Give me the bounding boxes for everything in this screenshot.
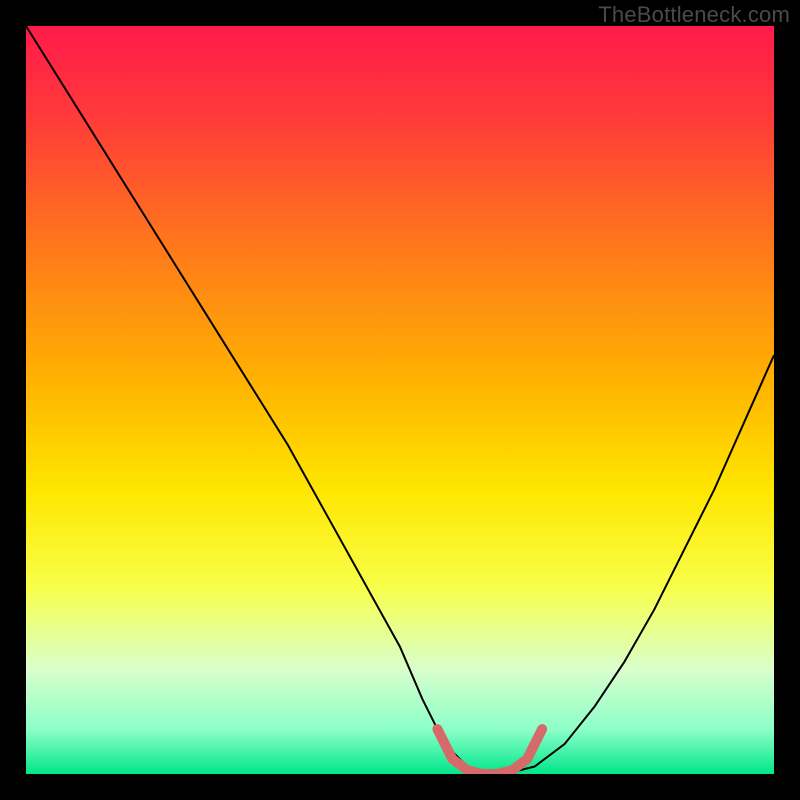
chart-svg (26, 26, 774, 774)
chart-frame: TheBottleneck.com (0, 0, 800, 800)
watermark-text: TheBottleneck.com (598, 2, 790, 28)
chart-plot (26, 26, 774, 774)
gradient-background (26, 26, 774, 774)
